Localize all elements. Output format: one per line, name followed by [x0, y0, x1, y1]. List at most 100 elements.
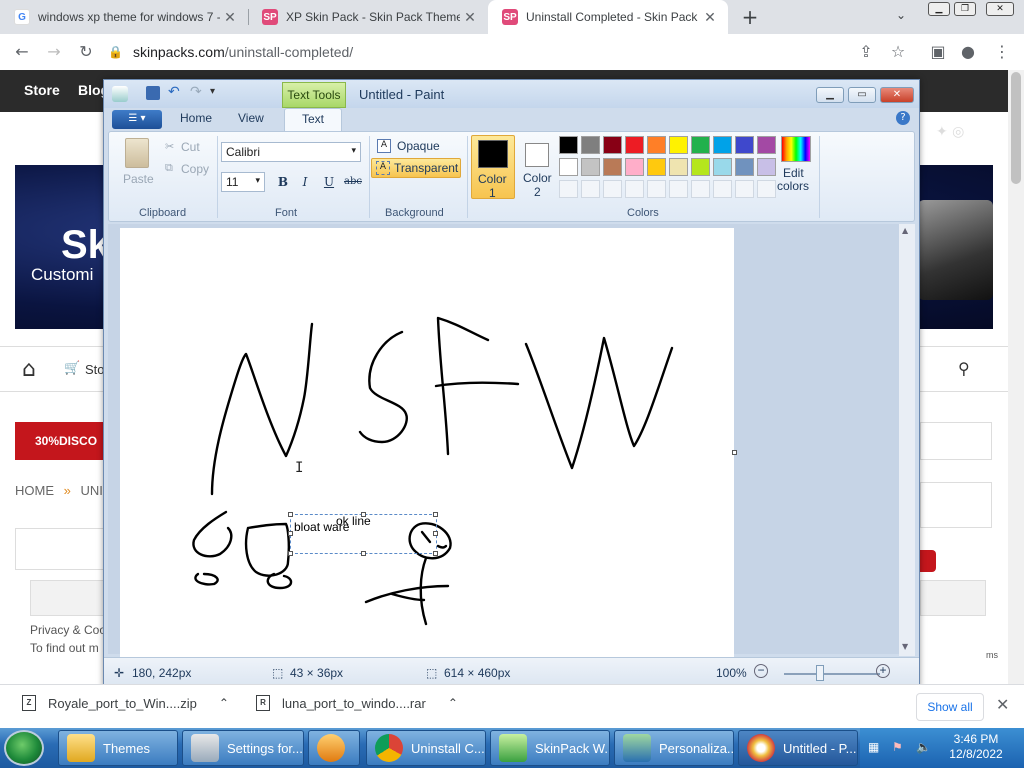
palette-swatch[interactable] [691, 136, 710, 154]
palette-swatch[interactable] [757, 158, 776, 176]
new-tab-plus-icon[interactable]: + [738, 5, 762, 29]
palette-swatch[interactable] [713, 136, 732, 154]
maximize-paint-button[interactable]: ▭ [848, 87, 876, 103]
paint-app-icon[interactable] [112, 86, 128, 102]
palette-swatch[interactable] [581, 158, 600, 176]
quick-access-dropdown-icon[interactable]: ▾ [210, 86, 215, 97]
bold-button[interactable]: B [273, 172, 293, 192]
palette-swatch[interactable] [581, 180, 600, 198]
text-selection-box[interactable] [288, 512, 438, 556]
red-button[interactable] [918, 550, 936, 572]
profile-avatar-icon[interactable]: ● [956, 42, 980, 61]
palette-swatch[interactable] [757, 180, 776, 198]
palette-swatch[interactable] [669, 136, 688, 154]
address-bar[interactable]: 🔒 skinpacks.com/uninstall-completed/ [108, 39, 908, 65]
save-icon[interactable] [146, 86, 160, 100]
bookmark-star-icon[interactable]: ☆ [886, 42, 910, 61]
chevron-up-icon[interactable]: ⌃ [219, 696, 229, 710]
palette-swatch[interactable] [625, 180, 644, 198]
cut-button[interactable]: Cut [181, 140, 200, 154]
zoom-slider-thumb[interactable] [816, 665, 824, 681]
palette-swatch[interactable] [625, 136, 644, 154]
taskbar-item-skinpack[interactable]: SkinPack W... [490, 730, 610, 766]
font-family-dropdown[interactable]: Calibri ▾ [221, 142, 361, 162]
canvas-resize-handle[interactable] [732, 450, 737, 455]
tab-text[interactable]: Text [284, 108, 342, 132]
show-all-downloads-button[interactable]: Show all [916, 693, 984, 721]
palette-swatch[interactable] [669, 158, 688, 176]
palette-swatch[interactable] [559, 180, 578, 198]
tab-xp-skin-pack[interactable]: SP XP Skin Pack - Skin Pack Theme for ✕ [248, 0, 488, 34]
color2-selector[interactable]: Color 2 [517, 135, 561, 199]
palette-swatch[interactable] [691, 158, 710, 176]
palette-swatch[interactable] [757, 136, 776, 154]
zoom-in-button[interactable]: + [876, 664, 890, 678]
tab-view[interactable]: View [238, 111, 264, 125]
palette-swatch[interactable] [647, 180, 666, 198]
palette-swatch[interactable] [647, 136, 666, 154]
palette-swatch[interactable] [625, 158, 644, 176]
tab-google-search[interactable]: G windows xp theme for windows 7 - ✕ [0, 0, 248, 34]
palette-swatch[interactable] [581, 136, 600, 154]
taskbar-item-themes[interactable]: Themes [58, 730, 178, 766]
italic-button[interactable]: I [295, 172, 315, 192]
promo-banner[interactable]: 30%DISCO [15, 422, 105, 460]
minimize-paint-button[interactable]: ▁ [816, 87, 844, 103]
close-download-bar-icon[interactable]: ✕ [996, 695, 1009, 714]
palette-swatch[interactable] [691, 180, 710, 198]
forward-arrow-icon[interactable]: → [42, 42, 66, 61]
taskbar-clock[interactable]: 3:46 PM 12/8/2022 [940, 732, 1012, 762]
page-scrollbar-thumb[interactable] [1011, 72, 1021, 184]
palette-swatch[interactable] [713, 180, 732, 198]
zoom-slider[interactable] [784, 673, 880, 675]
close-tab-icon[interactable]: ✕ [460, 9, 480, 26]
scroll-down-icon[interactable]: ▼ [902, 642, 908, 651]
start-button[interactable] [4, 730, 44, 766]
side-panel-icon[interactable]: ▣ [926, 42, 950, 61]
paint-file-menu-button[interactable]: ☰ ▾ [112, 110, 162, 129]
palette-swatch[interactable] [735, 180, 754, 198]
transparent-button[interactable]: A Transparent [371, 158, 461, 178]
taskbar-item-personalization[interactable]: Personaliza... [614, 730, 734, 766]
restore-browser-button[interactable]: ❐ [954, 2, 976, 16]
help-icon[interactable]: ? [896, 111, 910, 125]
reload-icon[interactable]: ↻ [74, 42, 98, 61]
canvas-vertical-scrollbar[interactable]: ▲ ▼ [899, 224, 915, 656]
palette-swatch[interactable] [559, 158, 578, 176]
opaque-button[interactable]: Opaque [397, 139, 440, 153]
palette-swatch[interactable] [735, 158, 754, 176]
paint-title-bar[interactable]: ↶ ↷ ▾ Text Tools Untitled - Paint ▁ ▭ ✕ [104, 80, 919, 108]
zoom-out-button[interactable]: − [754, 664, 768, 678]
undo-icon[interactable]: ↶ [168, 84, 180, 100]
volume-icon[interactable]: 🔈 [916, 740, 931, 754]
download-item-luna[interactable]: R luna_port_to_windo....rar ⌃ [256, 695, 458, 711]
taskbar-item-paint[interactable]: Untitled - P... [738, 730, 858, 766]
palette-swatch[interactable] [603, 136, 622, 154]
edit-colors-button[interactable] [781, 136, 811, 162]
tab-home[interactable]: Home [180, 111, 212, 125]
home-icon[interactable]: ⌂ [22, 357, 36, 382]
redo-icon[interactable]: ↷ [190, 84, 202, 100]
palette-swatch[interactable] [669, 180, 688, 198]
tab-search-chevron-icon[interactable]: ⌄ [896, 8, 906, 22]
close-tab-icon[interactable]: ✕ [220, 9, 240, 26]
palette-swatch[interactable] [603, 180, 622, 198]
scroll-up-icon[interactable]: ▲ [902, 226, 908, 235]
search-icon[interactable]: ⚲ [958, 359, 970, 378]
underline-button[interactable]: U [319, 172, 339, 192]
strikethrough-button[interactable]: abc [341, 172, 365, 192]
font-size-dropdown[interactable]: 11 ▾ [221, 172, 265, 192]
chevron-up-icon[interactable]: ⌃ [448, 696, 458, 710]
cart-icon[interactable]: 🛒 [64, 361, 80, 376]
kebab-menu-icon[interactable]: ⋮ [990, 42, 1014, 61]
close-browser-button[interactable]: ✕ [986, 2, 1014, 16]
close-paint-button[interactable]: ✕ [880, 87, 914, 103]
tab-uninstall-completed[interactable]: SP Uninstall Completed - Skin Pack The ✕ [488, 0, 728, 34]
palette-swatch[interactable] [603, 158, 622, 176]
taskbar-item-settings[interactable]: Settings for... [182, 730, 304, 766]
minimize-browser-button[interactable]: ▁ [928, 2, 950, 16]
color1-selector[interactable]: Color 1 [471, 135, 515, 200]
drawing-canvas[interactable]: ok line bloat ware I [120, 228, 734, 658]
back-arrow-icon[interactable]: ← [10, 42, 34, 61]
network-icon[interactable]: ▦ [868, 740, 879, 754]
